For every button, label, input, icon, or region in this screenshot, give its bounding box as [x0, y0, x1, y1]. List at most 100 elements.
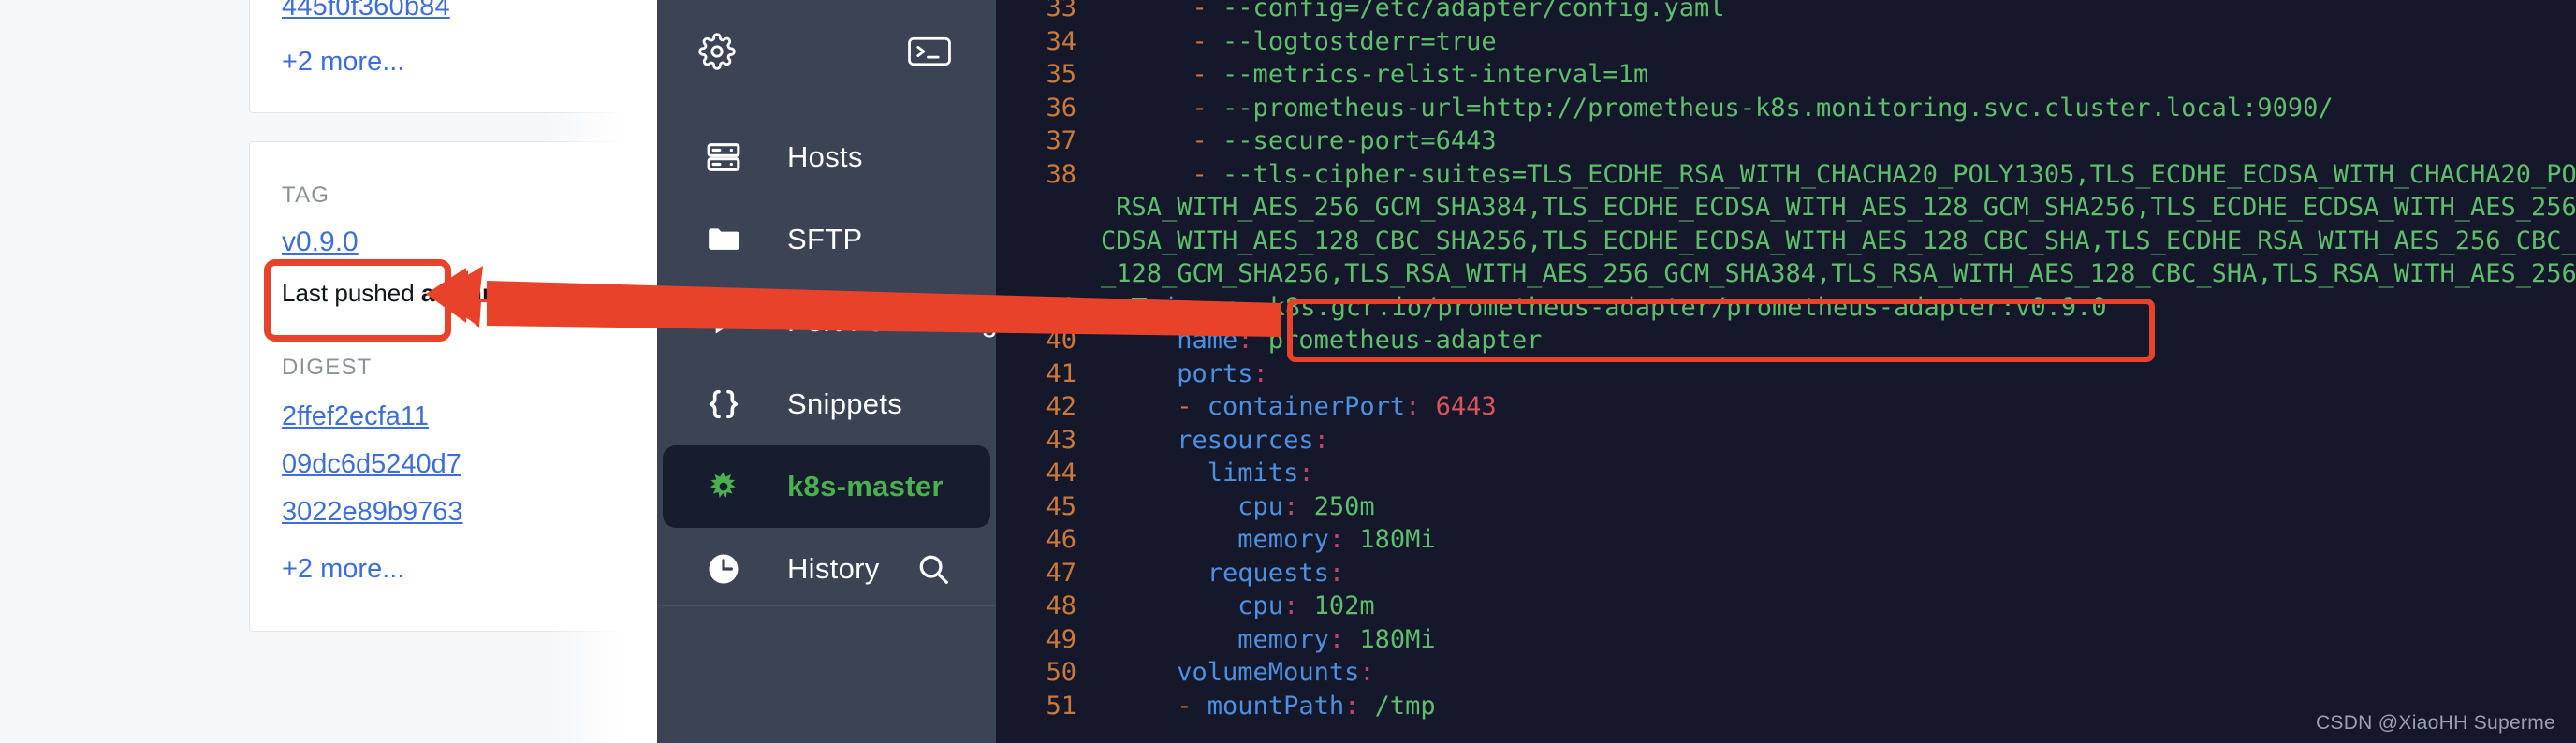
code-token: : — [1283, 591, 1314, 620]
code-token: RSA_WITH_AES_256_GCM_SHA384,TLS_ECDHE_EC… — [1101, 193, 2576, 222]
fold-marker-icon[interactable] — [1131, 297, 1147, 318]
gear-icon[interactable] — [698, 33, 736, 70]
code-token: 180Mi — [1359, 525, 1436, 554]
pusher-link[interactable]: willdock — [580, 279, 657, 307]
digest-link[interactable]: 2ffef2ecfa11 — [282, 393, 656, 441]
server-icon — [704, 138, 743, 177]
code-token: - — [1101, 392, 1208, 421]
line-number: 45 — [1046, 491, 1076, 521]
code-line: 49 memory: 180Mi — [996, 623, 2576, 657]
layer-link[interactable]: 445f0f360b84 — [282, 0, 656, 31]
line-text: cpu: 102m — [1101, 590, 2576, 623]
code-line: 43 resources: — [996, 424, 2576, 458]
code-token: : — [1344, 691, 1375, 721]
sidebar-item-port-forwarding[interactable]: Port Forwarding — [663, 281, 996, 363]
code-token: --tls-cipher-suites=TLS_ECDHE_RSA_WITH_C… — [1222, 159, 2576, 189]
code-token: resources — [1101, 425, 1314, 455]
line-number: 34 — [1046, 26, 1076, 56]
code-token: image — [1163, 292, 1240, 322]
code-line: 34 - --logtostderr=true — [996, 25, 2576, 59]
line-text: cpu: 250m — [1101, 490, 2576, 524]
code-token: : — [1328, 525, 1360, 554]
sidebar-item-label: SFTP — [787, 223, 863, 255]
watermark: CSDN @XiaoHH Superme — [2315, 712, 2555, 734]
last-pushed-text: Last pushed a year ago by willdock — [282, 273, 657, 313]
code-token: ports — [1101, 358, 1253, 388]
dockerhub-panel: c52540c00142 445f0f360b84 +2 more... TAG… — [0, 0, 657, 743]
code-token: _128_GCM_SHA256,TLS_RSA_WITH_AES_256_GCM… — [1101, 259, 2576, 288]
sidebar-divider — [657, 605, 996, 606]
line-text: - --tls-cipher-suites=TLS_ECDHE_RSA_WITH… — [1101, 158, 2576, 192]
braces-icon — [704, 385, 743, 424]
kubernetes-icon — [704, 467, 743, 506]
code-token: 102m — [1313, 591, 1375, 620]
line-text: - containerPort: 6443 — [1101, 390, 2576, 424]
line-text: - --secure-port=6443 — [1101, 124, 2576, 158]
line-text: name: prometheus-adapter — [1101, 324, 2576, 357]
code-token: : — [1252, 358, 1268, 388]
code-editor[interactable]: 33 - --config=/etc/adapter/config.yaml 34… — [996, 0, 2576, 743]
pushed-prefix: Last pushed — [282, 279, 421, 307]
sidebar-item-hosts[interactable]: Hosts — [663, 116, 990, 198]
line-number: 33 — [1046, 0, 1076, 22]
sidebar-item-sftp[interactable]: SFTP — [663, 198, 990, 281]
code-token: : — [1298, 459, 1314, 488]
code-token: --prometheus-url=http://prometheus-k8s.m… — [1222, 93, 2334, 123]
line-number: 38 — [1046, 159, 1076, 189]
dockerhub-cards: c52540c00142 445f0f360b84 +2 more... TAG… — [249, 0, 657, 660]
line-text: resources: — [1101, 424, 2576, 458]
pushed-time: a year ago — [420, 279, 542, 307]
line-number — [996, 191, 1101, 225]
line-number: 48 — [1046, 591, 1076, 620]
digest-more-link[interactable]: +2 more... — [282, 546, 656, 593]
code-token: --secure-port=6443 — [1222, 126, 1497, 155]
sidebar-item-snippets[interactable]: Snippets — [663, 363, 990, 445]
digest-label: DIGEST — [282, 355, 373, 380]
line-number: 36 — [1046, 93, 1076, 123]
code-line: 42 - containerPort: 6443 — [996, 390, 2576, 424]
digest-link[interactable]: 09dc6d5240d7 — [282, 441, 656, 488]
code-token: requests — [1101, 558, 1329, 588]
code-line: 37 - --secure-port=6443 — [996, 124, 2576, 158]
line-number — [996, 225, 1101, 258]
code-token: 6443 — [1435, 392, 1497, 421]
line-number — [996, 257, 1101, 291]
code-token: k8s.gcr.io/prometheus-adapter/prometheus… — [1269, 292, 2107, 322]
sidebar-item-k8s-master[interactable]: k8s-master — [663, 445, 990, 528]
terminal-icon[interactable] — [908, 36, 951, 66]
line-text: - --config=/etc/adapter/config.yaml — [1101, 0, 2576, 25]
code-token: - — [1101, 691, 1208, 721]
code-line: 36 - --prometheus-url=http://prometheus-… — [996, 92, 2576, 125]
code-line: 45 cpu: 250m — [996, 490, 2576, 524]
code-line: 40 name: prometheus-adapter — [996, 324, 2576, 357]
tag-label: TAG — [282, 182, 330, 208]
code-token: : — [1237, 326, 1268, 355]
sidebar-item-history[interactable]: History — [663, 528, 990, 610]
tag-link[interactable]: v0.9.0 — [282, 221, 359, 264]
code-lines[interactable]: 33 - --config=/etc/adapter/config.yaml 34… — [996, 0, 2576, 722]
screen-root: c52540c00142 445f0f360b84 +2 more... TAG… — [0, 0, 2576, 743]
line-number: 42 — [1046, 392, 1076, 421]
digest-link[interactable]: 3022e89b9763 — [282, 488, 656, 536]
code-token: 250m — [1313, 491, 1375, 521]
code-line: 41 ports: — [996, 357, 2576, 391]
line-number: 40 — [1046, 326, 1076, 355]
line-text: memory: 180Mi — [1101, 623, 2576, 657]
line-text: limits: — [1101, 457, 2576, 490]
play-icon — [704, 302, 743, 342]
code-token: - — [1101, 126, 1223, 155]
code-token: memory — [1101, 624, 1329, 654]
clock-icon — [704, 549, 743, 589]
sidebar-item-label: Port Forwarding — [787, 305, 996, 338]
layers-more-link[interactable]: +2 more... — [282, 38, 656, 86]
folder-icon — [704, 220, 743, 259]
code-token: memory — [1101, 525, 1329, 554]
line-text: - --logtostderr=true — [1101, 25, 2576, 59]
code-token: : — [1313, 425, 1329, 455]
code-token: prometheus-adapter — [1267, 326, 1543, 355]
code-token: CDSA_WITH_AES_128_CBC_SHA256,TLS_ECDHE_E… — [1101, 226, 2576, 255]
line-text: ports: — [1101, 357, 2576, 391]
search-icon[interactable] — [915, 551, 951, 587]
code-token: - — [1101, 60, 1223, 89]
sidebar-toolbar — [657, 0, 996, 103]
